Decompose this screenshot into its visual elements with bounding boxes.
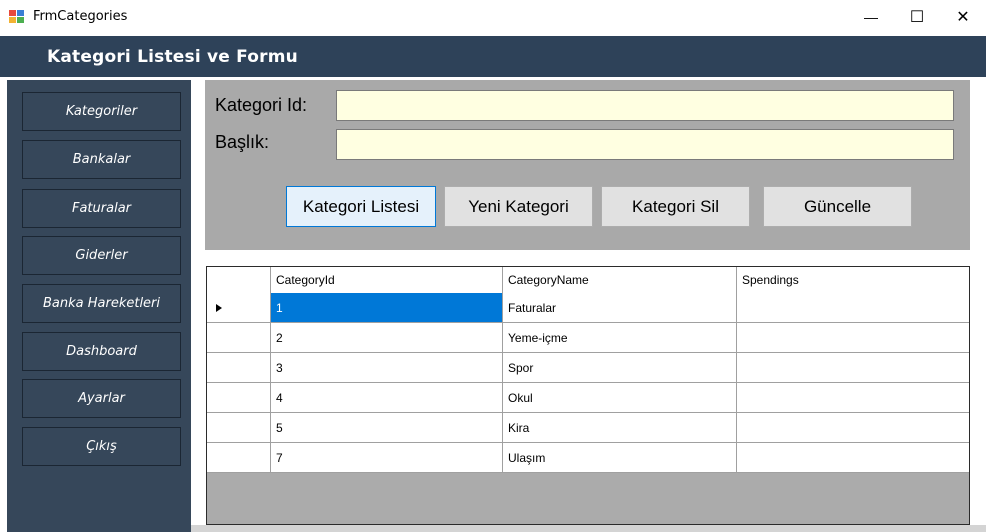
cell-categoryid[interactable]: 5: [271, 413, 503, 443]
new-category-button[interactable]: Yeni Kategori: [444, 186, 593, 227]
category-list-button[interactable]: Kategori Listesi: [286, 186, 436, 227]
column-header-categoryid[interactable]: CategoryId: [271, 267, 503, 293]
category-grid[interactable]: CategoryId CategoryName Spendings 1 Fatu…: [206, 266, 970, 525]
cell-categoryname[interactable]: Ulaşım: [503, 443, 737, 473]
row-header[interactable]: [207, 413, 271, 443]
close-button[interactable]: ✕: [940, 0, 986, 34]
cell-categoryid[interactable]: 7: [271, 443, 503, 473]
sidebar-item-giderler[interactable]: Giderler: [22, 236, 181, 275]
minimize-icon: —: [864, 9, 878, 25]
sidebar-item-kategoriler[interactable]: Kategoriler: [22, 92, 181, 131]
cell-categoryid[interactable]: 4: [271, 383, 503, 413]
cell-categoryid[interactable]: 1: [271, 293, 503, 323]
current-row-arrow-icon: [216, 304, 222, 312]
table-row[interactable]: 4 Okul: [207, 383, 969, 413]
title-input[interactable]: [336, 129, 954, 160]
page-title: Kategori Listesi ve Formu: [47, 47, 298, 67]
column-header-spendings[interactable]: Spendings: [737, 267, 969, 293]
delete-category-button[interactable]: Kategori Sil: [601, 186, 750, 227]
table-row[interactable]: 1 Faturalar: [207, 293, 969, 323]
row-header[interactable]: [207, 323, 271, 353]
cell-categoryname[interactable]: Faturalar: [503, 293, 737, 323]
window-title-bar: FrmCategories — ☐ ✕: [0, 0, 986, 36]
minimize-button[interactable]: —: [848, 0, 894, 34]
sidebar-item-banka-hareketleri[interactable]: Banka Hareketleri: [22, 284, 181, 323]
maximize-button[interactable]: ☐: [894, 0, 940, 34]
category-id-label: Kategori Id:: [215, 95, 308, 115]
app-icon: [9, 10, 25, 24]
sidebar-item-dashboard[interactable]: Dashboard: [22, 332, 181, 371]
bottom-strip: [191, 525, 986, 532]
row-header[interactable]: [207, 293, 271, 323]
row-header[interactable]: [207, 383, 271, 413]
grid-corner-header: [207, 267, 271, 293]
cell-spendings[interactable]: [737, 293, 969, 323]
row-header[interactable]: [207, 443, 271, 473]
sidebar-item-ayarlar[interactable]: Ayarlar: [22, 379, 181, 418]
cell-spendings[interactable]: [737, 353, 969, 383]
sidebar-item-faturalar[interactable]: Faturalar: [22, 189, 181, 228]
maximize-icon: ☐: [909, 9, 925, 26]
category-id-input[interactable]: [336, 90, 954, 121]
table-row[interactable]: 7 Ulaşım: [207, 443, 969, 473]
cell-spendings[interactable]: [737, 323, 969, 353]
cell-spendings[interactable]: [737, 383, 969, 413]
close-icon: ✕: [956, 9, 970, 26]
table-row[interactable]: 5 Kira: [207, 413, 969, 443]
cell-categoryid[interactable]: 3: [271, 353, 503, 383]
cell-categoryname[interactable]: Yeme-içme: [503, 323, 737, 353]
cell-categoryname[interactable]: Spor: [503, 353, 737, 383]
header-band: Kategori Listesi ve Formu: [0, 36, 986, 77]
sidebar-item-cikis[interactable]: Çıkış: [22, 427, 181, 466]
cell-categoryname[interactable]: Kira: [503, 413, 737, 443]
cell-spendings[interactable]: [737, 413, 969, 443]
sidebar-item-bankalar[interactable]: Bankalar: [22, 140, 181, 179]
cell-spendings[interactable]: [737, 443, 969, 473]
category-form-panel: Kategori Id: Başlık: Kategori Listesi Ye…: [205, 80, 970, 250]
window-title: FrmCategories: [33, 9, 128, 24]
grid-header-row: CategoryId CategoryName Spendings: [207, 267, 969, 293]
table-row[interactable]: 2 Yeme-içme: [207, 323, 969, 353]
row-header[interactable]: [207, 353, 271, 383]
table-row[interactable]: 3 Spor: [207, 353, 969, 383]
cell-categoryid[interactable]: 2: [271, 323, 503, 353]
sidebar: Kategoriler Bankalar Faturalar Giderler …: [7, 80, 191, 532]
cell-categoryname[interactable]: Okul: [503, 383, 737, 413]
column-header-categoryname[interactable]: CategoryName: [503, 267, 737, 293]
title-label: Başlık:: [215, 132, 270, 152]
update-button[interactable]: Güncelle: [763, 186, 912, 227]
